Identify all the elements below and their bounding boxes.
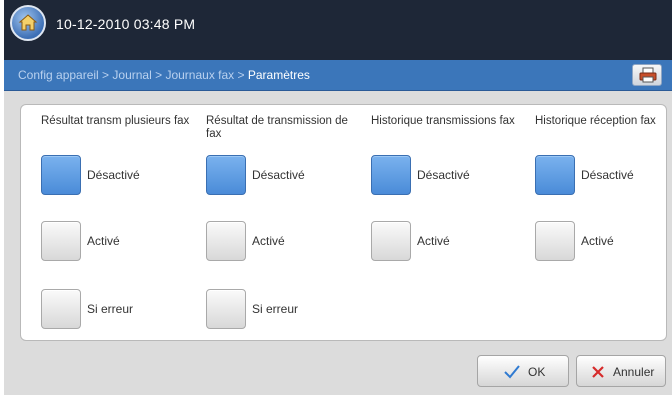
breadcrumb-current: Paramètres — [247, 68, 310, 82]
breadcrumb-separator: > — [151, 68, 166, 82]
option-label: Désactivé — [87, 168, 140, 182]
column-title: Historique réception fax — [535, 115, 656, 127]
x-icon — [592, 366, 604, 378]
check-icon — [504, 365, 520, 379]
option-radio[interactable] — [41, 289, 81, 329]
top-status-bar: 10-12-2010 03:48 PM — [4, 0, 672, 60]
option-disabled[interactable]: Désactivé — [41, 155, 191, 199]
option-label: Activé — [87, 234, 120, 248]
option-enabled[interactable]: Activé — [206, 221, 356, 265]
option-label: Activé — [417, 234, 450, 248]
option-label: Si erreur — [87, 302, 134, 316]
job-status-button[interactable] — [632, 64, 662, 86]
option-radio[interactable] — [371, 221, 411, 261]
cancel-label: Annuler — [613, 365, 655, 379]
column-title: Résultat de transmission de fax — [206, 115, 348, 140]
option-disabled[interactable]: Désactivé — [206, 155, 356, 199]
breadcrumb: Config appareil > Journal > Journaux fax… — [18, 68, 310, 82]
breadcrumb-separator: > — [98, 68, 113, 82]
datetime: 10-12-2010 03:48 PM — [56, 16, 196, 32]
option-radio-selected[interactable] — [371, 155, 411, 195]
option-radio[interactable] — [41, 221, 81, 261]
option-on-error[interactable]: Si erreur — [206, 289, 356, 333]
option-radio[interactable] — [206, 221, 246, 261]
settings-panel: Résultat transm plusieurs fax Désactivé … — [20, 104, 667, 341]
option-disabled[interactable]: Désactivé — [371, 155, 521, 199]
option-on-error[interactable]: Si erreur — [41, 289, 191, 333]
nav-bar: Config appareil > Journal > Journaux fax… — [4, 60, 672, 91]
option-label: Activé — [581, 234, 614, 248]
breadcrumb-item[interactable]: Journaux fax — [165, 68, 234, 82]
option-radio[interactable] — [535, 221, 575, 261]
option-enabled[interactable]: Activé — [535, 221, 672, 265]
option-radio-selected[interactable] — [206, 155, 246, 195]
breadcrumb-separator: > — [234, 68, 248, 82]
column-fax-receive-history: Historique réception fax Désactivé Activ… — [535, 105, 672, 340]
option-radio-selected[interactable] — [41, 155, 81, 195]
column-title: Historique transmissions fax — [371, 115, 515, 127]
option-label: Désactivé — [417, 168, 470, 182]
option-enabled[interactable]: Activé — [371, 221, 521, 265]
option-label: Activé — [252, 234, 285, 248]
printer-icon — [639, 67, 657, 83]
column-multi-fax-result: Résultat transm plusieurs fax Désactivé … — [41, 105, 196, 340]
breadcrumb-item[interactable]: Journal — [112, 68, 151, 82]
column-fax-transmission-result: Résultat de transmission de fax Désactiv… — [206, 105, 361, 340]
option-label: Désactivé — [581, 168, 634, 182]
option-disabled[interactable]: Désactivé — [535, 155, 672, 199]
option-enabled[interactable]: Activé — [41, 221, 191, 265]
device-screen: 10-12-2010 03:48 PM Config appareil > Jo… — [4, 0, 672, 395]
home-icon — [18, 14, 38, 31]
option-label: Si erreur — [252, 302, 299, 316]
option-radio-selected[interactable] — [535, 155, 575, 195]
option-radio[interactable] — [206, 289, 246, 329]
column-fax-send-history: Historique transmissions fax Désactivé A… — [371, 105, 526, 340]
ok-label: OK — [528, 365, 546, 379]
cancel-button[interactable]: Annuler — [576, 355, 666, 387]
home-button[interactable] — [10, 5, 46, 41]
breadcrumb-item[interactable]: Config appareil — [18, 68, 99, 82]
ok-button[interactable]: OK — [477, 355, 569, 387]
option-label: Désactivé — [252, 168, 305, 182]
column-title: Résultat transm plusieurs fax — [41, 115, 190, 127]
